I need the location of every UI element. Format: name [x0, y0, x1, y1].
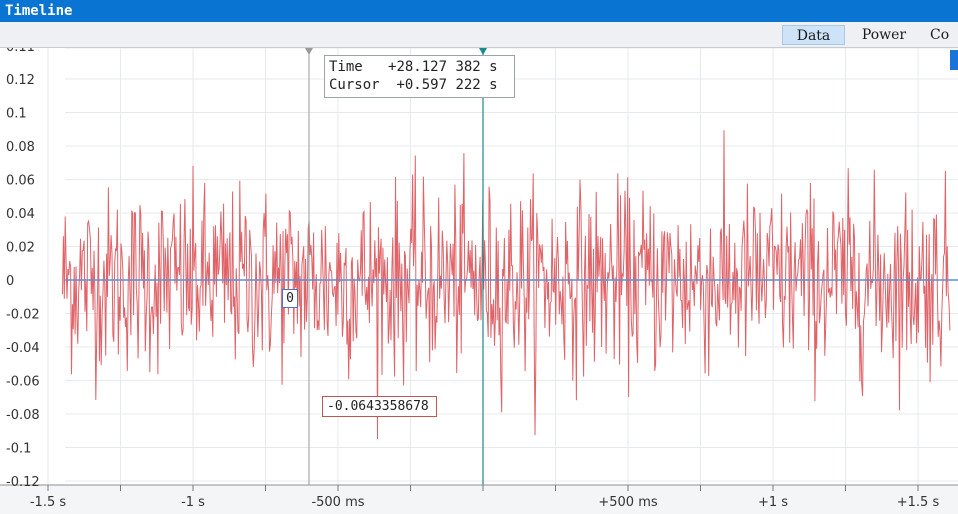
tab-data[interactable]: Data	[782, 25, 845, 45]
y-tick-label: 0.12	[6, 73, 35, 88]
window-title: Timeline	[0, 0, 958, 22]
cursor-value: +0.597 222 s	[396, 77, 498, 93]
y-tick-label: 0.04	[6, 207, 35, 222]
y-tick-label: -0.1	[6, 442, 31, 457]
y-tick-label: -0.02	[6, 308, 40, 323]
tab-co[interactable]: Co	[930, 25, 958, 45]
value-label: -0.0643358678	[322, 396, 437, 417]
y-tick-label: 0.06	[6, 174, 35, 189]
y-tick-label: 0.02	[6, 241, 35, 256]
y-tick-label: 0.08	[6, 140, 35, 155]
zero-marker[interactable]: 0	[282, 289, 298, 308]
x-tick-label: +1.5 s	[897, 495, 940, 510]
y-tick-label: -0.04	[6, 341, 40, 356]
cursor-marker-top	[479, 48, 487, 55]
x-axis-band	[0, 485, 958, 514]
time-value: +28.127 382 s	[388, 59, 498, 75]
cursor-label: Cursor	[329, 77, 380, 93]
y-tick-label: -0.12	[6, 475, 40, 490]
time-label: Time	[329, 59, 363, 75]
x-tick-label: -500 ms	[311, 495, 364, 510]
tab-power[interactable]: Power	[852, 25, 916, 45]
reference-marker-top	[305, 48, 313, 55]
y-tick-label: -0.06	[6, 375, 40, 390]
y-tick-label: 0.1	[6, 107, 27, 122]
y-tick-label: 0	[6, 274, 14, 289]
cursor-readout: Time +28.127 382 s Cursor +0.597 222 s	[324, 55, 515, 98]
x-tick-label: -1 s	[181, 495, 205, 510]
tab-bar: Data Power Co	[0, 22, 958, 48]
x-tick-label: +1 s	[758, 495, 788, 510]
y-tick-label: 0.11	[6, 48, 35, 55]
x-tick-label: -1.5 s	[30, 495, 66, 510]
y-tick-label: -0.08	[6, 408, 40, 423]
timeline-plot[interactable]: -1.5 s -1 s -500 ms +500 ms +1 s +1.5 s 0.11 0.…	[0, 48, 958, 514]
x-tick-label: +500 ms	[598, 495, 658, 510]
signal-trace	[62, 130, 951, 440]
